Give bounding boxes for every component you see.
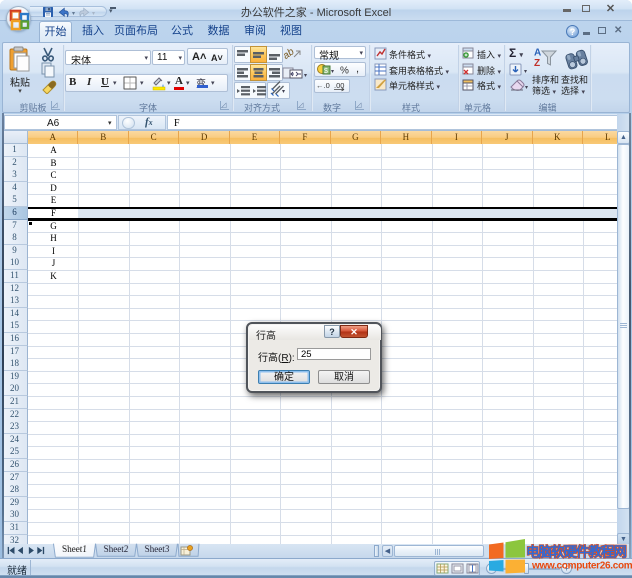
svg-text:←.0: ←.0	[316, 81, 330, 90]
svg-text:▾: ▾	[331, 69, 334, 75]
svg-text:▾: ▾	[282, 89, 285, 95]
svg-text:▾: ▾	[72, 11, 75, 17]
svg-text:电脑软硬件教程网: 电脑软硬件教程网	[526, 544, 626, 560]
svg-text:▾: ▾	[140, 80, 144, 87]
svg-text:www.computer26.com: www.computer26.com	[531, 561, 632, 572]
svg-text:$: $	[324, 68, 328, 75]
svg-text:▾: ▾	[92, 11, 95, 17]
svg-text:%: %	[340, 66, 349, 77]
svg-text:▾: ▾	[167, 80, 171, 87]
svg-text:▾: ▾	[524, 69, 527, 75]
svg-text:Z: Z	[534, 58, 540, 68]
svg-text:A: A	[534, 48, 541, 59]
svg-text:,: ,	[356, 63, 359, 75]
svg-text:ab: ab	[281, 46, 297, 62]
svg-text:▾: ▾	[525, 85, 528, 91]
svg-text:▾: ▾	[304, 73, 307, 79]
